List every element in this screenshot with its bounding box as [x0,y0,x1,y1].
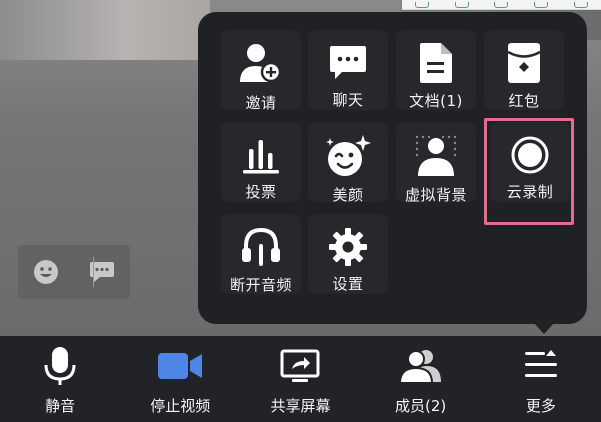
menu-item-documents[interactable]: 文档(1) [396,30,476,110]
divider [93,257,94,287]
menu-item-label: 投票 [245,183,277,201]
menu-item-label: 邀请 [245,94,277,112]
menu-item-chat[interactable]: 聊天 [308,30,388,110]
menu-item-label: 文档(1) [409,92,463,110]
top-control-icon[interactable] [454,1,469,8]
toolbar-members-button[interactable]: 成员(2) [361,336,481,422]
top-control-icon[interactable] [534,1,549,8]
menu-item-virtual-background[interactable]: 虚拟背景 [396,122,476,204]
more-menu-icon [524,350,557,377]
menu-item-vote[interactable]: 投票 [221,122,301,202]
vote-icon [243,139,279,173]
menu-item-disconnect-audio[interactable]: 断开音频 [221,214,301,294]
menu-item-label: 断开音频 [229,276,292,294]
invite-user-icon [240,44,282,83]
toolbar-share-screen-button[interactable]: 共享屏幕 [240,336,360,422]
top-control-icon[interactable] [414,1,429,8]
emoji-button[interactable] [18,245,74,299]
video-camera-icon [158,353,203,379]
menu-item-red-packet[interactable]: 红包 [484,30,564,110]
quick-chat-button[interactable] [74,245,130,299]
microphone-icon [44,347,76,385]
menu-item-label: 红包 [508,92,540,110]
menu-item-invite[interactable]: 邀请 [221,30,301,112]
menu-item-label: 设置 [332,275,364,293]
members-icon [398,350,441,384]
emoji-icon [34,260,58,284]
reaction-panel [18,245,130,299]
toolbar-label: 共享屏幕 [270,397,331,415]
disconnect-audio-icon [242,227,280,266]
top-control-strip[interactable] [402,0,601,10]
menu-item-label: 美颜 [332,186,364,204]
virtual-background-icon [415,135,457,176]
settings-icon [329,227,367,266]
document-icon [420,43,452,83]
red-packet-icon [507,43,541,83]
popup-pointer [533,322,555,334]
toolbar-label: 成员(2) [395,397,447,415]
toolbar-stop-video-button[interactable]: 停止视频 [120,336,240,422]
menu-item-settings[interactable]: 设置 [308,214,388,294]
toolbar-more-button[interactable]: 更多 [481,336,601,422]
menu-item-beauty[interactable]: 美颜 [308,122,388,204]
toolbar-mute-button[interactable]: 静音 [0,336,120,422]
toolbar-label: 更多 [525,397,556,415]
chat-icon [330,45,366,79]
toolbar-label: 停止视频 [150,397,211,415]
highlight-box [484,118,574,225]
meeting-toolbar: 静音 停止视频 共享屏幕 成员(2) 更多 [0,336,601,422]
top-control-icon[interactable] [494,1,509,8]
toolbar-label: 静音 [45,397,76,415]
beauty-icon [326,135,371,176]
menu-item-label: 虚拟背景 [404,186,467,204]
share-screen-icon [280,349,320,382]
top-control-icon[interactable] [574,1,589,8]
menu-item-label: 聊天 [332,91,364,109]
video-highlight-left [0,0,210,60]
